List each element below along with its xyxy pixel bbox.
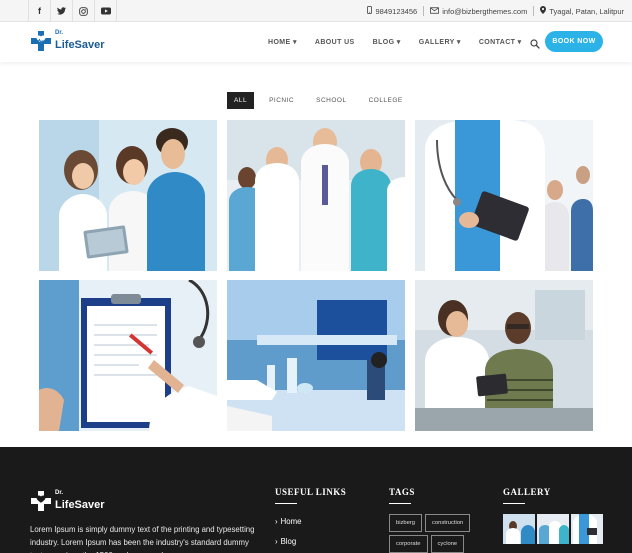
footer-logo[interactable]: Dr. LifeSaver xyxy=(30,490,105,512)
gallery-photo-laboratory-equipment[interactable] xyxy=(227,280,405,431)
instagram-icon[interactable] xyxy=(73,0,95,22)
tag-cloud: bizberg construction corporate cyclone xyxy=(389,514,479,553)
footer-gallery-thumb[interactable] xyxy=(537,514,569,544)
youtube-icon[interactable] xyxy=(95,0,117,22)
logo-name: LifeSaver xyxy=(55,39,105,51)
phone-number: 9849123456 xyxy=(375,6,418,16)
nav-gallery[interactable]: GALLERY ▾ xyxy=(419,38,461,46)
twitter-icon[interactable] xyxy=(51,0,73,22)
address-text: Tyagal, Patan, Lalitpur xyxy=(549,6,624,16)
site-footer: Dr. LifeSaver Lorem Ipsum is simply dumm… xyxy=(0,447,632,553)
site-logo[interactable]: Dr. LifeSaver xyxy=(30,30,105,52)
social-links: f xyxy=(28,0,117,22)
photo-gallery xyxy=(39,120,593,431)
footer-logo-prefix: Dr. xyxy=(55,490,64,496)
tag-construction[interactable]: construction xyxy=(425,514,471,532)
footer-description: Lorem Ipsum is simply dummy text of the … xyxy=(30,525,255,553)
address-info: Tyagal, Patan, Lalitpur xyxy=(540,6,624,16)
gallery-heading: GALLERY xyxy=(503,487,551,504)
footer-logo-name: LifeSaver xyxy=(55,499,105,511)
facebook-icon[interactable]: f xyxy=(29,0,51,22)
gallery-photo-medical-team-standing[interactable] xyxy=(227,120,405,271)
main-header: Dr. LifeSaver HOME ▾ ABOUT US BLOG ▾ GAL… xyxy=(0,22,632,62)
phone-icon xyxy=(367,6,373,16)
divider xyxy=(423,6,425,16)
email-icon xyxy=(430,6,440,16)
logo-cross-icon xyxy=(30,30,52,52)
chevron-right-icon: › xyxy=(275,517,278,526)
main-nav: HOME ▾ ABOUT US BLOG ▾ GALLERY ▾ CONTACT… xyxy=(268,22,540,62)
tag-bizberg[interactable]: bizberg xyxy=(389,514,423,532)
email-info: info@bizbergthemes.com xyxy=(430,7,527,16)
filter-college[interactable]: COLLEGE xyxy=(362,92,410,109)
footer-gallery xyxy=(503,514,603,553)
gallery-photo-clipboard-prescription[interactable] xyxy=(39,280,217,431)
gallery-filters: ALL PICNIC SCHOOL COLLEGE xyxy=(227,92,418,109)
filter-school[interactable]: SCHOOL xyxy=(309,92,353,109)
nav-home[interactable]: HOME ▾ xyxy=(268,38,297,46)
contact-info: 9849123456 info@bizbergthemes.com Tyagal… xyxy=(367,0,624,22)
footer-link-home[interactable]: › Home xyxy=(275,517,301,537)
nav-about-us[interactable]: ABOUT US xyxy=(315,39,355,46)
footer-link-label: Home xyxy=(280,517,302,526)
phone-info: 9849123456 xyxy=(367,6,417,16)
tag-cyclone[interactable]: cyclone xyxy=(430,535,465,553)
footer-gallery-thumb[interactable] xyxy=(503,514,535,544)
filter-all[interactable]: ALL xyxy=(227,92,255,109)
tags-heading: TAGS xyxy=(389,487,415,504)
gallery-photo-doctor-with-patient[interactable] xyxy=(415,280,593,431)
useful-links-heading: USEFUL LINKS xyxy=(275,487,346,504)
top-bar: f 9849123456 info@bizbergthemes.com Tyag… xyxy=(0,0,632,22)
footer-link-blog[interactable]: › Blog xyxy=(275,537,301,553)
useful-links-list: › Home › Blog xyxy=(275,517,301,553)
footer-link-label: Blog xyxy=(280,537,297,546)
search-icon[interactable] xyxy=(530,36,540,49)
divider xyxy=(533,6,535,16)
nav-contact[interactable]: CONTACT ▾ xyxy=(479,38,522,46)
email-address[interactable]: info@bizbergthemes.com xyxy=(442,7,527,16)
filter-picnic[interactable]: PICNIC xyxy=(262,92,301,109)
map-pin-icon xyxy=(540,6,547,16)
chevron-right-icon: › xyxy=(275,537,278,546)
logo-prefix: Dr. xyxy=(55,30,64,36)
nav-blog[interactable]: BLOG ▾ xyxy=(373,38,401,46)
book-now-button[interactable]: BOOK NOW xyxy=(545,31,603,52)
footer-gallery-thumb[interactable] xyxy=(571,514,603,544)
gallery-photo-doctor-with-tablet-closeup[interactable] xyxy=(415,120,593,271)
tag-corporate[interactable]: corporate xyxy=(389,535,428,553)
gallery-photo-doctors-with-tablet[interactable] xyxy=(39,120,217,271)
logo-cross-icon xyxy=(30,490,52,512)
